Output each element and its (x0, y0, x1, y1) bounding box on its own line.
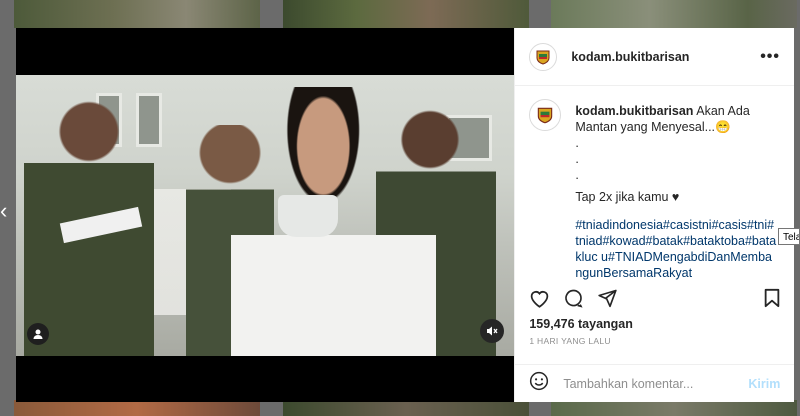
previous-arrow-icon[interactable]: ‹ (0, 200, 10, 222)
comment-icon[interactable] (563, 288, 584, 313)
post-header: kodam.bukitbarisan ••• (515, 28, 794, 86)
avatar[interactable] (529, 99, 562, 131)
grid-thumbnail[interactable] (551, 0, 797, 28)
face-mask (278, 195, 338, 237)
caption-area: kodam.bukitbarisan Akan Ada Mantan yang … (515, 87, 794, 280)
header-username[interactable]: kodam.bukitbarisan (571, 50, 760, 64)
grid-thumbnail[interactable] (14, 400, 260, 416)
bookmark-icon[interactable] (763, 288, 781, 313)
speaker-muted-icon[interactable] (480, 319, 504, 343)
caption-text: Tap 2x jika kamu ♥ (575, 190, 680, 204)
heart-icon[interactable] (529, 288, 550, 313)
caption-text: . (575, 152, 579, 166)
caption-text: . (575, 136, 579, 150)
post-video[interactable] (16, 75, 515, 356)
share-icon[interactable] (597, 288, 618, 313)
grid-thumbnail[interactable] (551, 400, 797, 416)
caption-text: . (575, 168, 579, 182)
post-media (16, 28, 515, 402)
tooltip: Telah (778, 228, 800, 245)
grid-thumbnail[interactable] (14, 0, 260, 28)
more-options-icon[interactable]: ••• (760, 48, 780, 66)
post-modal: kodam.bukitbarisan ••• kodam.bukitbarisa… (16, 28, 795, 402)
post-sidebar: kodam.bukitbarisan ••• kodam.bukitbarisa… (514, 28, 795, 402)
add-comment-bar: Kirim (515, 364, 795, 402)
grid-thumbnail[interactable] (283, 400, 529, 416)
post-comment-button[interactable]: Kirim (748, 377, 780, 391)
hashtags[interactable]: #tniadindonesia#casistni#casis#tni#tniad… (575, 217, 777, 281)
post-date[interactable]: 1 HARI YANG LALU (529, 336, 611, 346)
caption-text: Mantan yang Menyesal... (575, 120, 716, 134)
emoji-icon[interactable] (529, 371, 549, 396)
grid-thumbnail[interactable] (283, 0, 529, 28)
action-bar (529, 288, 781, 310)
view-count[interactable]: 159,476 tayangan (529, 317, 633, 331)
caption-text: Akan Ada (696, 104, 750, 118)
avatar[interactable] (529, 42, 558, 71)
comment-input[interactable] (561, 375, 749, 392)
emoji-icon: 😁 (715, 120, 731, 134)
caption-username[interactable]: kodam.bukitbarisan (575, 104, 693, 118)
user-tag-icon[interactable] (27, 323, 49, 345)
